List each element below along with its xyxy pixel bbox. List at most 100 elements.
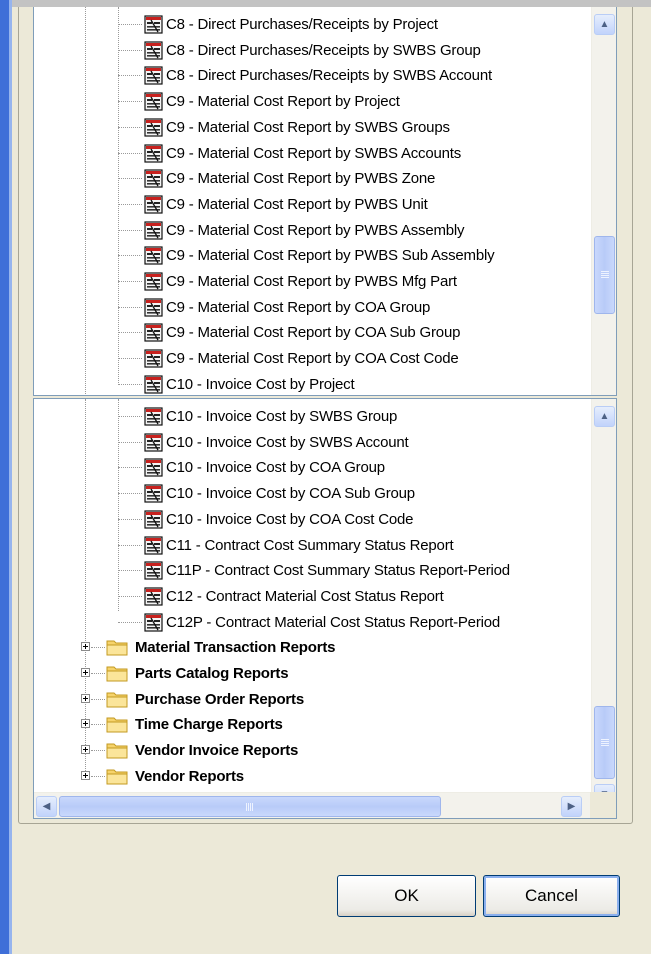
tree-item-label: C9 - Material Cost Report by COA Group bbox=[166, 298, 431, 316]
tree-folder[interactable]: Material Transaction Reports bbox=[34, 635, 584, 661]
folder-icon bbox=[106, 689, 128, 709]
tree-item-report[interactable]: C9 - Material Cost Report by PWBS Zone bbox=[34, 166, 584, 192]
tree-folder-label: Parts Catalog Reports bbox=[135, 665, 289, 682]
report-icon bbox=[144, 246, 163, 265]
horizontal-scroll-thumb[interactable] bbox=[59, 796, 441, 817]
tree-folder[interactable]: Parts Catalog Reports bbox=[34, 661, 584, 687]
tree-connector-line bbox=[118, 467, 142, 469]
report-icon bbox=[144, 323, 163, 342]
plus-expand-icon[interactable] bbox=[81, 745, 90, 755]
tree-folder[interactable]: Vendor Invoice Reports bbox=[34, 738, 584, 764]
scroll-left-icon[interactable]: ◀ bbox=[36, 796, 57, 817]
tree-connector-line bbox=[91, 750, 105, 752]
tree-connector-line bbox=[118, 101, 142, 103]
report-icon bbox=[144, 66, 163, 85]
cancel-button[interactable]: Cancel bbox=[483, 875, 620, 917]
tree-connector-line bbox=[118, 358, 142, 360]
tree-connector-line bbox=[118, 570, 142, 572]
tree-connector-line bbox=[118, 332, 142, 334]
report-icon bbox=[144, 587, 163, 606]
tree-connector-line bbox=[91, 724, 105, 726]
top-pane-vertical-scrollbar[interactable]: ▲ bbox=[591, 7, 616, 395]
tree-item-report[interactable]: C8 - Direct Purchases/Receipts by Projec… bbox=[34, 12, 584, 38]
report-icon bbox=[144, 433, 163, 452]
tree-item-report[interactable]: C9 - Material Cost Report by COA Sub Gro… bbox=[34, 320, 584, 346]
tree-connector-line bbox=[118, 24, 142, 25]
tree-item-report[interactable]: C9 - Material Cost Report by PWBS Mfg Pa… bbox=[34, 269, 584, 295]
tree-connector-line bbox=[118, 229, 142, 231]
tree-item-report[interactable]: C9 - Material Cost Report by COA Cost Co… bbox=[34, 346, 584, 372]
tree-item-label: C8 - Direct Purchases/Receipts by Projec… bbox=[166, 16, 438, 33]
folder-icon bbox=[106, 740, 128, 760]
plus-expand-icon[interactable] bbox=[81, 642, 90, 652]
tree-item-report[interactable]: C12P - Contract Material Cost Status Rep… bbox=[34, 610, 584, 636]
tree-item-report[interactable]: C10 - Invoice Cost by COA Group bbox=[34, 455, 584, 481]
tree-connector-line bbox=[118, 621, 142, 623]
tree-folder[interactable]: Purchase Order Reports bbox=[34, 687, 584, 713]
window-top-edge bbox=[0, 0, 651, 7]
plus-expand-icon[interactable] bbox=[81, 719, 90, 729]
tree-connector-line bbox=[118, 493, 142, 495]
top-pane-scroll-thumb[interactable] bbox=[594, 236, 615, 314]
tree-item-report[interactable]: C10 - Invoice Cost by SWBS Account bbox=[34, 430, 584, 456]
bottom-pane-vertical-scrollbar[interactable]: ▲ ▼ bbox=[591, 399, 616, 805]
report-icon bbox=[144, 561, 163, 580]
scroll-right-icon[interactable]: ▶ bbox=[561, 796, 582, 817]
report-tree-top-pane[interactable]: C8 - Direct Purchases/Receipts by Projec… bbox=[33, 7, 617, 396]
plus-expand-icon[interactable] bbox=[81, 668, 90, 677]
folder-icon bbox=[106, 637, 128, 657]
plus-expand-icon[interactable] bbox=[81, 693, 90, 703]
tree-item-report[interactable]: C9 - Material Cost Report by Project bbox=[34, 89, 584, 115]
tree-folder[interactable]: Time Charge Reports bbox=[34, 712, 584, 738]
tree-folder-label: Vendor Reports bbox=[135, 767, 244, 785]
report-tree-bottom-pane[interactable]: C10 - Invoice Cost by SWBS Group C10 - In… bbox=[33, 398, 617, 819]
tree-folder[interactable]: Vendor Reports bbox=[34, 764, 584, 790]
tree-item-report[interactable]: C10 - Invoice Cost by COA Cost Code bbox=[34, 507, 584, 533]
tree-connector-line bbox=[118, 152, 142, 154]
tree-item-report[interactable]: C9 - Material Cost Report by PWBS Assemb… bbox=[34, 218, 584, 244]
tree-item-label: C8 - Direct Purchases/Receipts by SWBS A… bbox=[166, 67, 492, 85]
report-icon bbox=[144, 41, 163, 60]
scroll-corner bbox=[590, 792, 616, 818]
report-icon bbox=[144, 484, 163, 503]
tree-item-report[interactable]: C8 - Direct Purchases/Receipts by SWBS G… bbox=[34, 38, 584, 64]
tree-item-report[interactable]: C10 - Invoice Cost by Project bbox=[34, 372, 584, 395]
report-icon bbox=[144, 272, 163, 291]
tree-connector-line bbox=[91, 775, 105, 777]
tree-item-report[interactable]: C9 - Material Cost Report by PWBS Unit bbox=[34, 192, 584, 218]
plus-expand-icon[interactable] bbox=[81, 770, 90, 780]
report-icon bbox=[144, 349, 163, 368]
window-left-border-highlight bbox=[9, 0, 12, 954]
tree-item-label: C9 - Material Cost Report by SWBS Accoun… bbox=[166, 144, 462, 162]
report-icon bbox=[144, 195, 163, 214]
tree-connector-line bbox=[118, 75, 142, 77]
folder-icon bbox=[106, 714, 128, 734]
tree-item-report[interactable]: C11 - Contract Cost Summary Status Repor… bbox=[34, 533, 584, 559]
tree-connector-line bbox=[118, 49, 142, 51]
tree-connector-line bbox=[118, 255, 142, 257]
report-icon bbox=[144, 458, 163, 477]
tree-connector-line bbox=[91, 647, 105, 649]
bottom-pane-scroll-thumb[interactable] bbox=[594, 706, 615, 779]
report-icon bbox=[144, 535, 163, 555]
tree-item-report[interactable]: C10 - Invoice Cost by COA Sub Group bbox=[34, 481, 584, 507]
tree-connector-line bbox=[118, 595, 142, 597]
tree-item-report[interactable]: C10 - Invoice Cost by SWBS Group bbox=[34, 404, 584, 430]
tree-connector-line bbox=[118, 203, 142, 205]
tree-connector-line bbox=[118, 306, 142, 308]
tree-item-label: C11 - Contract Cost Summary Status Repor… bbox=[166, 536, 454, 554]
tree-item-report[interactable]: C9 - Material Cost Report by SWBS Groups bbox=[34, 115, 584, 141]
ok-button[interactable]: OK bbox=[337, 875, 476, 917]
tree-item-report[interactable]: C12 - Contract Material Cost Status Repo… bbox=[34, 584, 584, 610]
tree-item-report[interactable]: C11P - Contract Cost Summary Status Repo… bbox=[34, 558, 584, 584]
tree-folder-label: Vendor Invoice Reports bbox=[135, 742, 299, 760]
tree-item-report[interactable]: C9 - Material Cost Report by COA Group bbox=[34, 295, 584, 321]
tree-item-report[interactable]: C9 - Material Cost Report by SWBS Accoun… bbox=[34, 141, 584, 167]
scroll-up-icon[interactable]: ▲ bbox=[594, 14, 615, 35]
bottom-pane-horizontal-scrollbar[interactable]: ◀ ▶ bbox=[34, 792, 592, 818]
tree-item-report[interactable]: C9 - Material Cost Report by PWBS Sub As… bbox=[34, 243, 584, 269]
report-icon bbox=[144, 612, 163, 632]
tree-item-report[interactable]: C8 - Direct Purchases/Receipts by SWBS A… bbox=[34, 63, 584, 89]
scroll-up-icon[interactable]: ▲ bbox=[594, 406, 615, 427]
tree-item-label: C10 - Invoice Cost by COA Group bbox=[166, 459, 385, 477]
